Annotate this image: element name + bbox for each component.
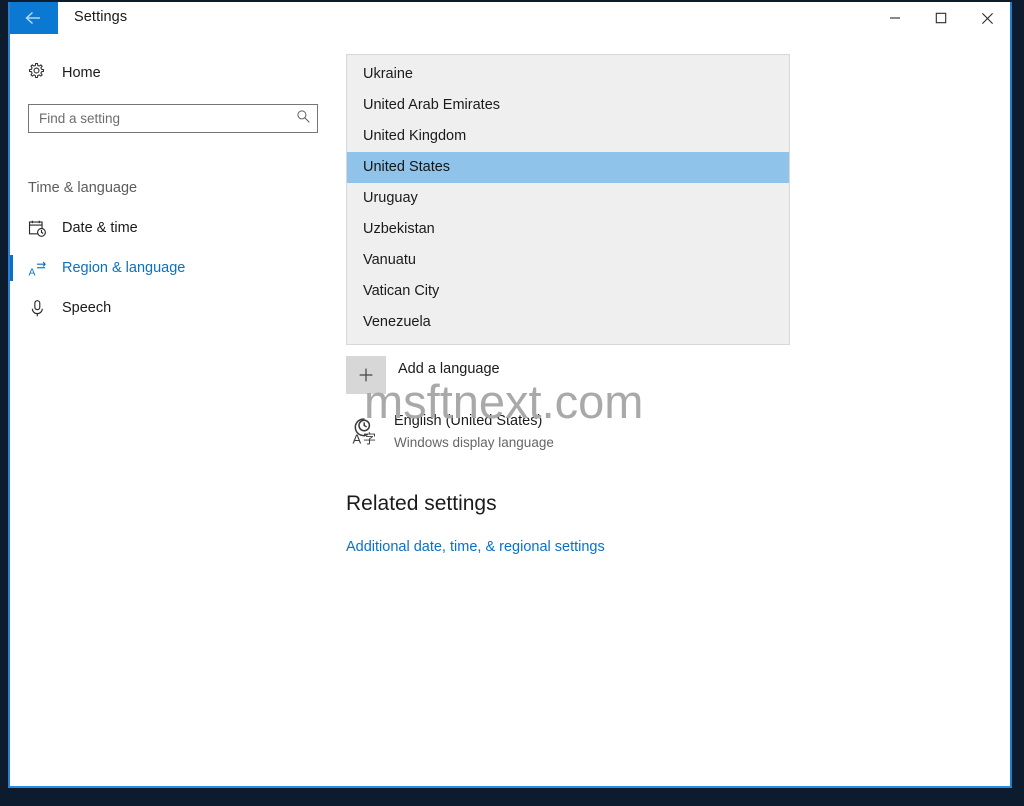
country-list-item[interactable]: United Arab Emirates	[347, 90, 789, 121]
country-list-item[interactable]: United Kingdom	[347, 121, 789, 152]
sidebar-item-speech[interactable]: Speech	[10, 288, 346, 328]
search-icon	[296, 109, 311, 129]
language-letter-icon: A	[28, 259, 50, 278]
minimize-button[interactable]	[872, 2, 918, 34]
sidebar-item-label: Region & language	[62, 260, 185, 276]
search-input[interactable]	[29, 105, 289, 132]
language-list-item[interactable]: A 字 English (United States) Windows disp…	[346, 412, 554, 452]
sidebar-item-home[interactable]: Home	[10, 56, 346, 90]
sidebar-item-date-time[interactable]: Date & time	[10, 208, 346, 248]
svg-text:A: A	[28, 267, 35, 277]
desktop-background: Settings	[0, 0, 1024, 806]
add-language-label: Add a language	[398, 361, 500, 377]
country-list-item[interactable]: Vanuatu	[347, 245, 789, 276]
close-button[interactable]	[964, 2, 1010, 34]
settings-window: Settings	[8, 2, 1012, 788]
title-bar: Settings	[10, 2, 1010, 44]
country-list-item[interactable]: Ukraine	[347, 59, 789, 90]
svg-text:字: 字	[363, 433, 376, 448]
plus-icon	[346, 356, 386, 394]
back-arrow-icon	[24, 10, 44, 26]
calendar-clock-icon	[28, 219, 50, 238]
microphone-icon	[28, 299, 50, 318]
additional-regional-settings-link[interactable]: Additional date, time, & regional settin…	[346, 539, 605, 555]
back-button[interactable]	[10, 2, 58, 34]
country-list-item[interactable]: Uzbekistan	[347, 214, 789, 245]
search-button[interactable]	[289, 105, 317, 132]
country-list-item[interactable]: Vatican City	[347, 276, 789, 307]
maximize-icon	[935, 12, 947, 24]
country-list-item-selected[interactable]: United States	[347, 152, 789, 183]
main-content: Ukraine United Arab Emirates United King…	[346, 44, 1010, 788]
sidebar: Home Time & language	[10, 44, 346, 788]
add-language-button[interactable]: Add a language	[346, 356, 500, 394]
caption-button-group	[872, 2, 1010, 34]
country-list-item[interactable]: Venezuela	[347, 307, 789, 338]
language-text-group: English (United States) Windows display …	[394, 412, 554, 452]
language-name: English (United States)	[394, 412, 554, 431]
minimize-icon	[889, 12, 901, 24]
maximize-button[interactable]	[918, 2, 964, 34]
gear-icon	[28, 62, 45, 84]
search-box[interactable]	[28, 104, 318, 133]
window-title: Settings	[74, 9, 127, 25]
window-body: Home Time & language	[10, 44, 1010, 788]
country-dropdown-list[interactable]: Ukraine United Arab Emirates United King…	[346, 54, 790, 345]
country-list-item[interactable]: Uruguay	[347, 183, 789, 214]
sidebar-home-label: Home	[62, 65, 101, 81]
translate-language-icon: A 字	[346, 412, 390, 452]
sidebar-section-title: Time & language	[28, 180, 346, 196]
related-settings-heading: Related settings	[346, 492, 497, 516]
sidebar-item-label: Speech	[62, 300, 111, 316]
sidebar-item-region-language[interactable]: A Region & language	[10, 248, 346, 288]
language-subtitle: Windows display language	[394, 433, 554, 452]
svg-text:A: A	[353, 432, 362, 447]
sidebar-nav-list: Date & time A Region & language	[10, 208, 346, 328]
sidebar-item-label: Date & time	[62, 220, 138, 236]
close-icon	[981, 12, 994, 25]
